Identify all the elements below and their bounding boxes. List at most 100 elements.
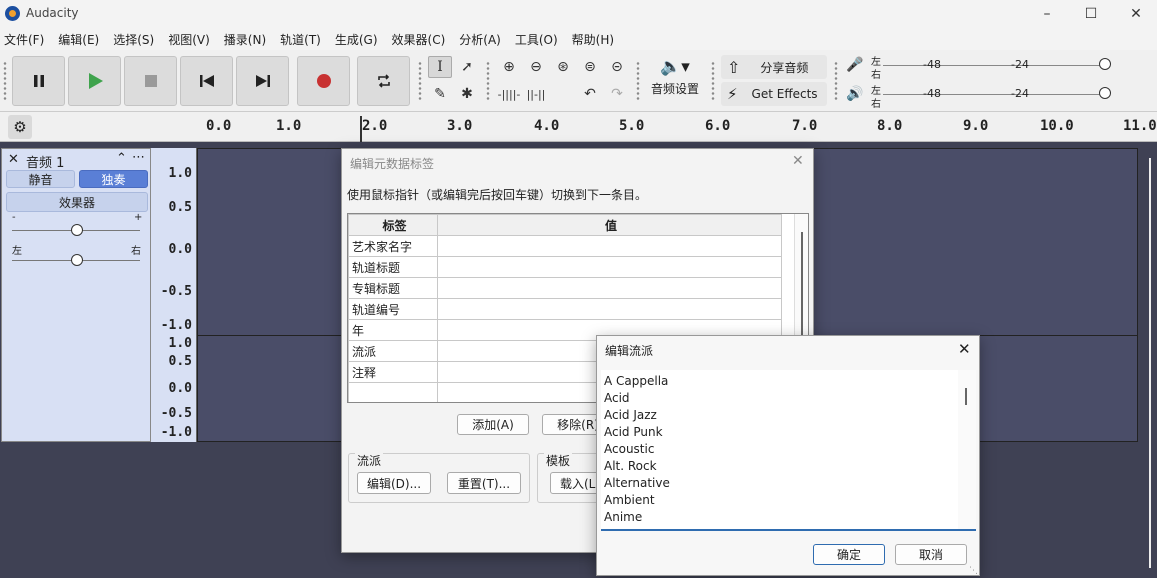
collapse-track-icon[interactable]: ⌃ (116, 151, 127, 166)
toolbar-grip[interactable] (834, 61, 838, 101)
tag-name-cell[interactable]: 年 (348, 319, 438, 341)
track-name[interactable]: 音频 1 (26, 152, 64, 171)
effects-button[interactable]: 效果器 (6, 192, 148, 212)
vertical-scale[interactable]: 1.0 0.5 0.0 -0.5 -1.0 1.0 0.5 0.0 -0.5 -… (151, 148, 197, 442)
menu-item[interactable]: 选择(S) (113, 31, 154, 48)
play-button[interactable] (68, 56, 121, 106)
record-button[interactable] (297, 56, 350, 106)
selection-tool-button[interactable]: I (428, 56, 452, 78)
table-scrollbar-thumb[interactable] (801, 232, 803, 352)
zoom-in-button[interactable]: ⊕ (497, 56, 521, 78)
pan-slider[interactable] (71, 254, 83, 266)
tag-value-cell[interactable] (437, 256, 782, 278)
record-meter-slider[interactable] (1099, 58, 1111, 70)
tag-row[interactable]: 轨道标题 (348, 256, 782, 278)
tag-value-cell[interactable] (437, 235, 782, 257)
add-button[interactable]: 添加(A) (457, 414, 529, 435)
redo-button[interactable]: ↷ (605, 83, 629, 105)
menu-item[interactable]: 生成(G) (335, 31, 378, 48)
tag-name-cell[interactable]: 流派 (348, 340, 438, 362)
vertical-scrollbar[interactable] (1144, 150, 1157, 578)
genre-list-item[interactable]: Acid Jazz (604, 408, 954, 425)
fit-selection-button[interactable]: ⊛ (551, 56, 575, 78)
menu-item[interactable]: 分析(A) (459, 31, 501, 48)
tag-value-cell[interactable] (437, 298, 782, 320)
tag-name-cell[interactable]: 轨道标题 (348, 256, 438, 278)
envelope-tool-button[interactable]: ➚ (455, 56, 479, 78)
menu-item[interactable]: 播录(N) (224, 31, 266, 48)
maximize-button[interactable]: ☐ (1068, 0, 1114, 28)
scrollbar-thumb[interactable] (1149, 158, 1151, 568)
solo-button[interactable]: 独奏 (79, 170, 148, 188)
stop-button[interactable] (124, 56, 177, 106)
skip-to-start-button[interactable] (180, 56, 233, 106)
menu-item[interactable]: 帮助(H) (572, 31, 614, 48)
tag-name-cell[interactable]: 轨道编号 (348, 298, 438, 320)
genre-list-item[interactable]: Alt. Rock (604, 459, 954, 476)
loop-button[interactable] (357, 56, 410, 106)
genre-scrollbar-thumb[interactable] (965, 388, 967, 405)
playback-meter-button[interactable]: 🔊 (843, 83, 867, 105)
reset-genres-button[interactable]: 重置(T)... (447, 472, 521, 494)
mute-button[interactable]: 静音 (6, 170, 75, 188)
track-menu-icon[interactable]: ⋯ (132, 150, 145, 165)
genre-list-item[interactable]: Alternative (604, 476, 954, 493)
timeline-ruler[interactable]: ⚙ 0.0 1.0 2.0 3.0 4.0 5.0 6.0 7.0 8.0 9.0 10.0 11.0 (0, 112, 1157, 142)
genre-list-item[interactable]: Ambient (604, 493, 954, 510)
playback-meter[interactable]: 左 右 -48 -24 (871, 82, 1111, 110)
tag-row[interactable]: 专辑标题 (348, 277, 782, 299)
toolbar-grip[interactable] (486, 61, 490, 101)
tag-name-cell[interactable]: 注释 (348, 361, 438, 383)
silence-button[interactable]: ||-|| (524, 83, 548, 105)
zoom-out-button[interactable]: ⊖ (524, 56, 548, 78)
menu-item[interactable]: 视图(V) (168, 31, 210, 48)
genre-list-item[interactable]: Anime (604, 510, 954, 527)
close-window-button[interactable]: ✕ (1113, 0, 1157, 28)
record-meter[interactable]: 左 右 -48 -24 (871, 53, 1111, 81)
menu-item[interactable]: 编辑(E) (58, 31, 99, 48)
share-audio-button[interactable]: ⇧ 分享音频 (721, 55, 827, 79)
genre-list-item[interactable]: Acid (604, 391, 954, 408)
skip-to-end-button[interactable] (236, 56, 289, 106)
resize-grip-icon[interactable]: ⋱ (969, 566, 978, 576)
edit-genres-button[interactable]: 编辑(D)... (357, 472, 431, 494)
gain-slider[interactable] (71, 224, 83, 236)
tag-name-cell[interactable]: 艺术家名字 (348, 235, 438, 257)
toolbar-grip[interactable] (636, 61, 640, 101)
close-dialog-icon[interactable]: ✕ (792, 153, 804, 169)
toolbar-grip[interactable] (711, 61, 715, 101)
ok-button[interactable]: 确定 (813, 544, 885, 565)
multi-tool-button[interactable]: ✱ (455, 83, 479, 105)
minimize-button[interactable]: – (1024, 0, 1070, 28)
menu-item[interactable]: 轨道(T) (280, 31, 321, 48)
menu-item[interactable]: 效果器(C) (392, 31, 446, 48)
tag-row[interactable]: 艺术家名字 (348, 235, 782, 257)
get-effects-button[interactable]: ⚡ Get Effects (721, 82, 827, 106)
audio-setup-button[interactable]: 🔈▾ 音频设置 (645, 55, 705, 107)
undo-button[interactable]: ↶ (578, 83, 602, 105)
trim-button[interactable]: -||||- (497, 83, 521, 105)
zoom-toggle-button[interactable]: ⊝ (605, 56, 629, 78)
cancel-button[interactable]: 取消 (895, 544, 967, 565)
playback-meter-slider[interactable] (1099, 87, 1111, 99)
pause-button[interactable] (12, 56, 65, 106)
menu-item[interactable]: 文件(F) (4, 31, 44, 48)
close-track-icon[interactable]: ✕ (8, 152, 19, 167)
genre-scrollbar[interactable] (958, 370, 976, 529)
tag-name-cell[interactable] (348, 382, 438, 402)
toolbar-grip[interactable] (3, 61, 7, 101)
genre-list-item[interactable]: Acid Punk (604, 425, 954, 442)
tag-name-cell[interactable]: 专辑标题 (348, 277, 438, 299)
toolbar-grip[interactable] (418, 61, 422, 101)
tag-row[interactable]: 轨道编号 (348, 298, 782, 320)
close-genre-dialog-icon[interactable]: ✕ (958, 340, 971, 358)
genre-list[interactable]: A Cappella Acid Acid Jazz Acid Punk Acoustic… (601, 370, 976, 531)
fit-project-button[interactable]: ⊜ (578, 56, 602, 78)
genre-list-item[interactable]: A Cappella (604, 374, 954, 391)
menu-item[interactable]: 工具(O) (515, 31, 558, 48)
record-meter-button[interactable]: 🎤 (843, 54, 867, 76)
tag-value-cell[interactable] (437, 277, 782, 299)
draw-tool-button[interactable]: ✎ (428, 83, 452, 105)
playhead-icon[interactable] (357, 116, 369, 142)
genre-list-item[interactable]: Acoustic (604, 442, 954, 459)
